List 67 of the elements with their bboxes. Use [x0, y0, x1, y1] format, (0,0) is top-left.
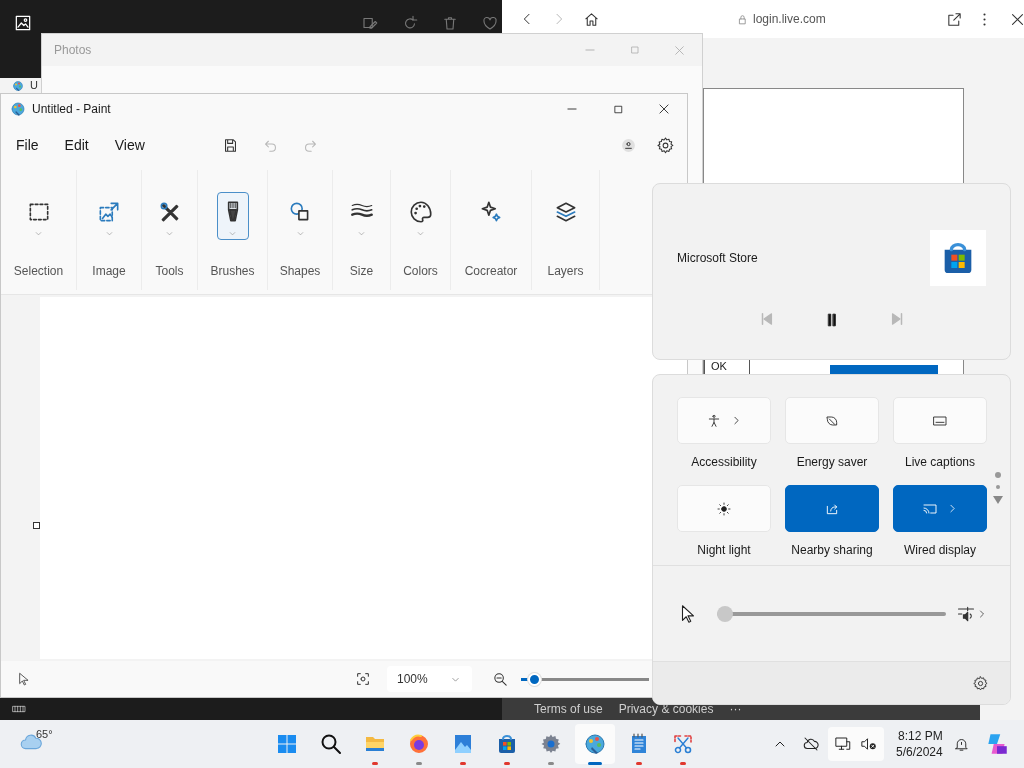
palette-icon — [407, 199, 434, 225]
toggle-tile[interactable] — [785, 485, 879, 532]
page-down-icon[interactable] — [993, 496, 1003, 504]
home-icon[interactable] — [583, 10, 600, 28]
resize-handle[interactable] — [33, 522, 40, 529]
ribbon-label: Brushes — [210, 264, 255, 278]
menu-item[interactable]: File — [7, 133, 48, 157]
clock-date: 5/6/2024 — [896, 744, 943, 760]
footer-link[interactable]: ··· — [729, 701, 742, 716]
paint-icon — [583, 732, 607, 756]
search-icon — [319, 732, 343, 756]
scissors-icon — [671, 732, 695, 756]
tile-label: Nearby sharing — [791, 543, 873, 557]
zoom-dropdown[interactable]: 100% — [387, 666, 472, 692]
tile-label: Accessibility — [691, 455, 757, 469]
account-icon[interactable] — [620, 136, 637, 154]
media-source: Microsoft Store — [677, 251, 759, 265]
paint-icon — [12, 79, 24, 92]
temperature[interactable]: 65° — [36, 728, 53, 740]
address-text[interactable]: login.live.com — [753, 12, 826, 26]
page-dot[interactable] — [996, 485, 1000, 489]
window-title: Untitled - Paint — [32, 102, 112, 116]
tile-label: Night light — [697, 543, 751, 557]
slider-thumb[interactable] — [717, 605, 733, 622]
window-title: U — [30, 79, 38, 92]
settings-icon[interactable] — [972, 674, 989, 692]
close-icon — [657, 102, 671, 116]
footer-link[interactable]: Terms of use — [534, 701, 603, 716]
menu-item[interactable]: View — [105, 133, 154, 157]
toggle-tile[interactable] — [893, 485, 987, 532]
heart-icon[interactable] — [481, 14, 499, 32]
cloud-off-icon[interactable] — [802, 735, 820, 753]
ribbon-label: Colors — [403, 264, 438, 278]
fit-screen-icon[interactable] — [355, 671, 371, 687]
network-volume-button[interactable] — [828, 727, 884, 761]
clock-button[interactable]: 8:12 PM 5/6/2024 — [896, 728, 943, 760]
sun-icon — [716, 500, 732, 517]
volume-muted-icon — [860, 735, 878, 753]
ribbon-label: Image — [92, 264, 126, 278]
paint-icon — [10, 101, 26, 117]
open-external-icon[interactable] — [945, 10, 963, 28]
ribbon-label: Size — [349, 264, 374, 278]
start-icon — [275, 732, 299, 756]
ribbon-label: Selection — [13, 264, 64, 278]
clock-time: 8:12 PM — [898, 728, 943, 744]
lock-icon — [736, 12, 749, 26]
tile-label: Wired display — [904, 543, 976, 557]
ribbon-label: Shapes — [279, 264, 321, 278]
tile-label: Live captions — [904, 455, 975, 469]
ribbon-label: Cocreator — [464, 264, 518, 278]
ribbon-label: Layers — [547, 264, 584, 278]
zoom-value: 100% — [397, 672, 428, 686]
menu-item[interactable]: Edit — [55, 133, 98, 157]
photos-icon[interactable] — [13, 13, 33, 33]
settings-icon[interactable] — [656, 135, 675, 155]
slider-thumb[interactable] — [527, 672, 541, 686]
tile-label: Energy saver — [796, 455, 868, 469]
zoom-out-icon[interactable] — [492, 670, 509, 688]
window-title: Photos — [54, 43, 93, 57]
volume-slider[interactable] — [717, 605, 946, 622]
page-dot[interactable] — [995, 472, 1001, 478]
network-icon — [834, 735, 852, 753]
browser-icon — [407, 732, 431, 756]
ribbon-button[interactable] — [216, 192, 249, 240]
ribbon-label: Tools — [155, 264, 184, 278]
delete-icon[interactable] — [441, 14, 459, 32]
zoom-slider[interactable] — [521, 672, 649, 686]
